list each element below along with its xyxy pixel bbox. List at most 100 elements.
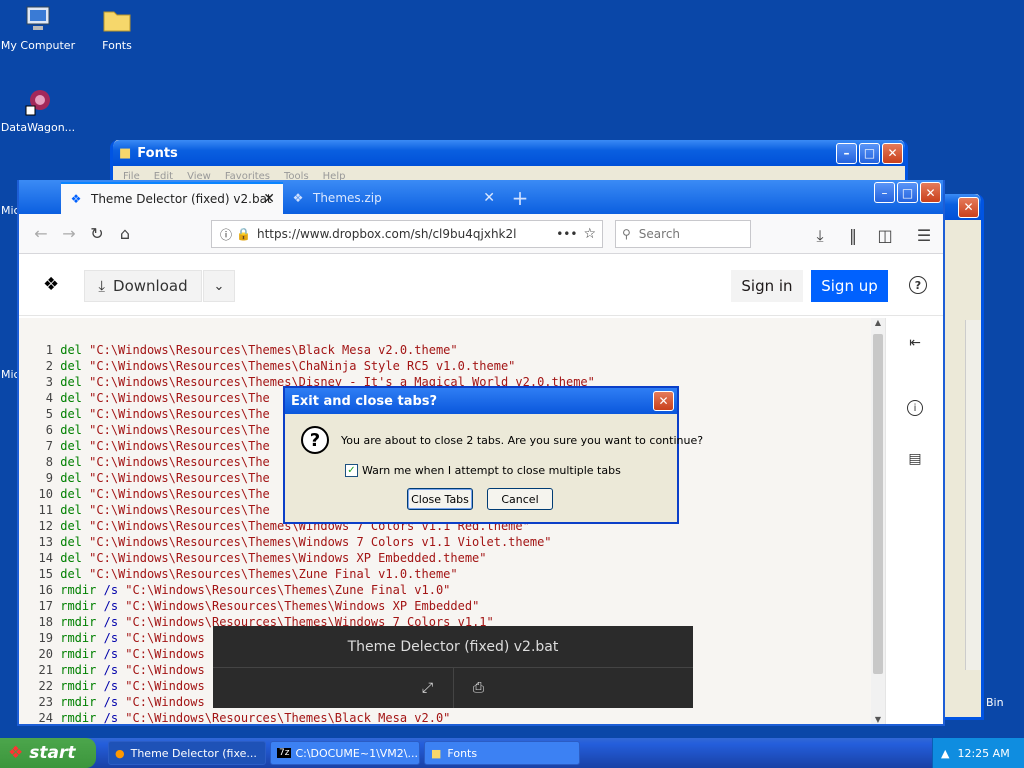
code-string: "C:\Windows\Resources\The — [89, 503, 270, 517]
collapse-sidebar-icon[interactable]: ⇤ — [904, 332, 926, 354]
sign-up-button[interactable]: Sign up — [811, 270, 888, 302]
code-command: del — [60, 391, 82, 405]
close-button[interactable]: ✕ — [958, 196, 979, 218]
scrollbar-thumb[interactable] — [873, 334, 883, 674]
desktop-icon-datawagon[interactable]: DataWagon... — [0, 86, 78, 134]
clock[interactable]: 12:25 AM — [957, 747, 1009, 760]
desktop-icon-my-computer[interactable]: My Computer — [0, 4, 78, 52]
taskbar-button-firefox[interactable]: ● Theme Delector (fixe... — [108, 741, 266, 765]
tab-themes-zip[interactable]: ❖ Themes.zip ✕ — [283, 182, 503, 214]
exit-close-tabs-dialog[interactable]: Exit and close tabs? ✕ ? You are about t… — [283, 386, 703, 524]
url-text: https://www.dropbox.com/sh/cl9bu4qjxhk2l — [256, 227, 517, 241]
dropbox-icon: ❖ — [70, 192, 82, 206]
dropbox-logo-icon[interactable]: ❖ — [43, 274, 59, 295]
download-options-button[interactable]: ⌄ — [203, 270, 235, 302]
overlay-file-title: Theme Delector (fixed) v2.bat — [213, 626, 693, 668]
close-tabs-button[interactable]: Close Tabs — [407, 488, 473, 510]
code-command: del — [60, 375, 82, 389]
desktop-icon-label: My Computer — [0, 39, 76, 52]
desktop-icon-recycle-bin[interactable]: Bin — [986, 696, 1004, 709]
code-argument: /s — [103, 631, 119, 645]
sidebar-icon[interactable]: ◫ — [871, 226, 899, 245]
warn-checkbox[interactable]: ✓ Warn me when I attempt to close multip… — [345, 464, 621, 477]
checkbox-checked-icon[interactable]: ✓ — [345, 464, 358, 477]
back-icon[interactable]: ← — [27, 224, 55, 243]
code-string: "C:\Windows\Resources\The — [89, 487, 270, 501]
background-window-scrollbar[interactable] — [965, 320, 981, 670]
search-placeholder: Search — [638, 227, 681, 241]
fonts-window-titlebar[interactable]: ■ Fonts – □ ✕ — [113, 140, 905, 166]
downloads-icon[interactable]: ⤓ — [806, 226, 834, 246]
maximize-button[interactable]: □ — [897, 182, 918, 203]
code-string: "C:\Windows\Resources\Themes\Windows XP … — [89, 551, 487, 565]
cancel-button[interactable]: Cancel — [487, 488, 553, 510]
code-argument: /s — [103, 695, 119, 709]
code-string: "C:\Windows — [125, 679, 205, 693]
taskbar-label: Fonts — [447, 746, 478, 760]
code-command: rmdir — [60, 615, 97, 629]
code-string: "C:\Windows — [125, 647, 205, 661]
info-icon[interactable]: ⓘ — [220, 226, 232, 243]
code-string: "C:\Windows — [125, 631, 205, 645]
download-button[interactable]: ⤓ Download — [84, 270, 202, 302]
menu-icon[interactable]: ☰ — [910, 226, 938, 245]
forward-icon[interactable]: → — [55, 224, 83, 243]
info-icon[interactable]: i — [907, 400, 923, 416]
code-command: del — [60, 471, 82, 485]
tab-theme-delector[interactable]: ❖ Theme Delector (fixed) v2.bat ✕ — [61, 182, 283, 214]
reload-icon[interactable]: ↻ — [83, 224, 111, 243]
code-command: rmdir — [60, 583, 97, 597]
code-line: 16 rmdir /s "C:\Windows\Resources\Themes… — [23, 582, 885, 598]
tab-label: Themes.zip — [313, 191, 382, 205]
line-number: 11 — [38, 503, 53, 517]
bookmark-star-icon[interactable]: ☆ — [583, 226, 596, 242]
line-number: 21 — [38, 663, 53, 677]
vertical-scrollbar[interactable]: ▲ ▼ — [871, 318, 885, 724]
scroll-down-icon[interactable]: ▼ — [871, 715, 885, 724]
page-actions-icon[interactable]: ••• — [556, 227, 577, 241]
dialog-close-button[interactable]: ✕ — [653, 391, 674, 411]
minimize-button[interactable]: – — [874, 182, 895, 203]
code-command: rmdir — [60, 663, 97, 677]
fullscreen-icon[interactable]: ⤢ — [403, 680, 453, 696]
comment-icon[interactable]: ▤ — [904, 448, 926, 470]
url-bar[interactable]: ⓘ 🔒 https://www.dropbox.com/sh/cl9bu4qjx… — [211, 220, 603, 248]
line-number: 5 — [45, 407, 53, 421]
search-input[interactable]: ⚲ Search — [615, 220, 751, 248]
background-window[interactable]: ✕ — [942, 194, 984, 720]
home-icon[interactable]: ⌂ — [111, 224, 139, 243]
close-button[interactable]: ✕ — [920, 182, 941, 203]
sign-in-button[interactable]: Sign in — [731, 270, 803, 302]
print-icon[interactable]: ⎙ — [454, 680, 504, 696]
help-icon[interactable]: ? — [909, 276, 927, 294]
code-argument: /s — [103, 663, 119, 677]
maximize-button[interactable]: □ — [859, 142, 880, 164]
start-button[interactable]: ❖ start — [0, 738, 96, 768]
scroll-up-icon[interactable]: ▲ — [871, 318, 885, 332]
close-tab-icon[interactable]: ✕ — [263, 191, 275, 207]
taskbar-button-7zip[interactable]: 7z C:\DOCUME~1\VM2\... — [270, 741, 420, 765]
taskbar-button-fonts[interactable]: ■ Fonts — [424, 741, 580, 765]
network-icon[interactable]: ▲ — [941, 747, 949, 760]
tab-bar: ❖ Theme Delector (fixed) v2.bat ✕ ❖ Them… — [19, 180, 943, 214]
code-line: 2 del "C:\Windows\Resources\Themes\ChaNi… — [23, 358, 885, 374]
code-command: del — [60, 519, 82, 533]
code-argument: /s — [103, 583, 119, 597]
library-icon[interactable]: ‖ — [839, 226, 867, 245]
code-string: "C:\Windows\Resources\Themes\Black Mesa … — [89, 343, 458, 357]
close-button[interactable]: ✕ — [882, 142, 903, 164]
dialog-titlebar[interactable]: Exit and close tabs? ✕ — [285, 388, 677, 414]
minimize-button[interactable]: – — [836, 142, 857, 164]
code-command: del — [60, 343, 82, 357]
desktop-icon-label: Fonts — [102, 39, 132, 52]
folder-icon: ■ — [119, 145, 132, 161]
desktop-icon-fonts[interactable]: Fonts — [77, 4, 157, 52]
new-tab-button[interactable]: + — [503, 182, 537, 214]
close-tab-icon[interactable]: ✕ — [483, 190, 495, 206]
line-number: 2 — [45, 359, 53, 373]
line-number: 18 — [38, 615, 53, 629]
code-command: rmdir — [60, 711, 97, 724]
line-number: 10 — [38, 487, 53, 501]
code-command: rmdir — [60, 599, 97, 613]
code-command: del — [60, 423, 82, 437]
